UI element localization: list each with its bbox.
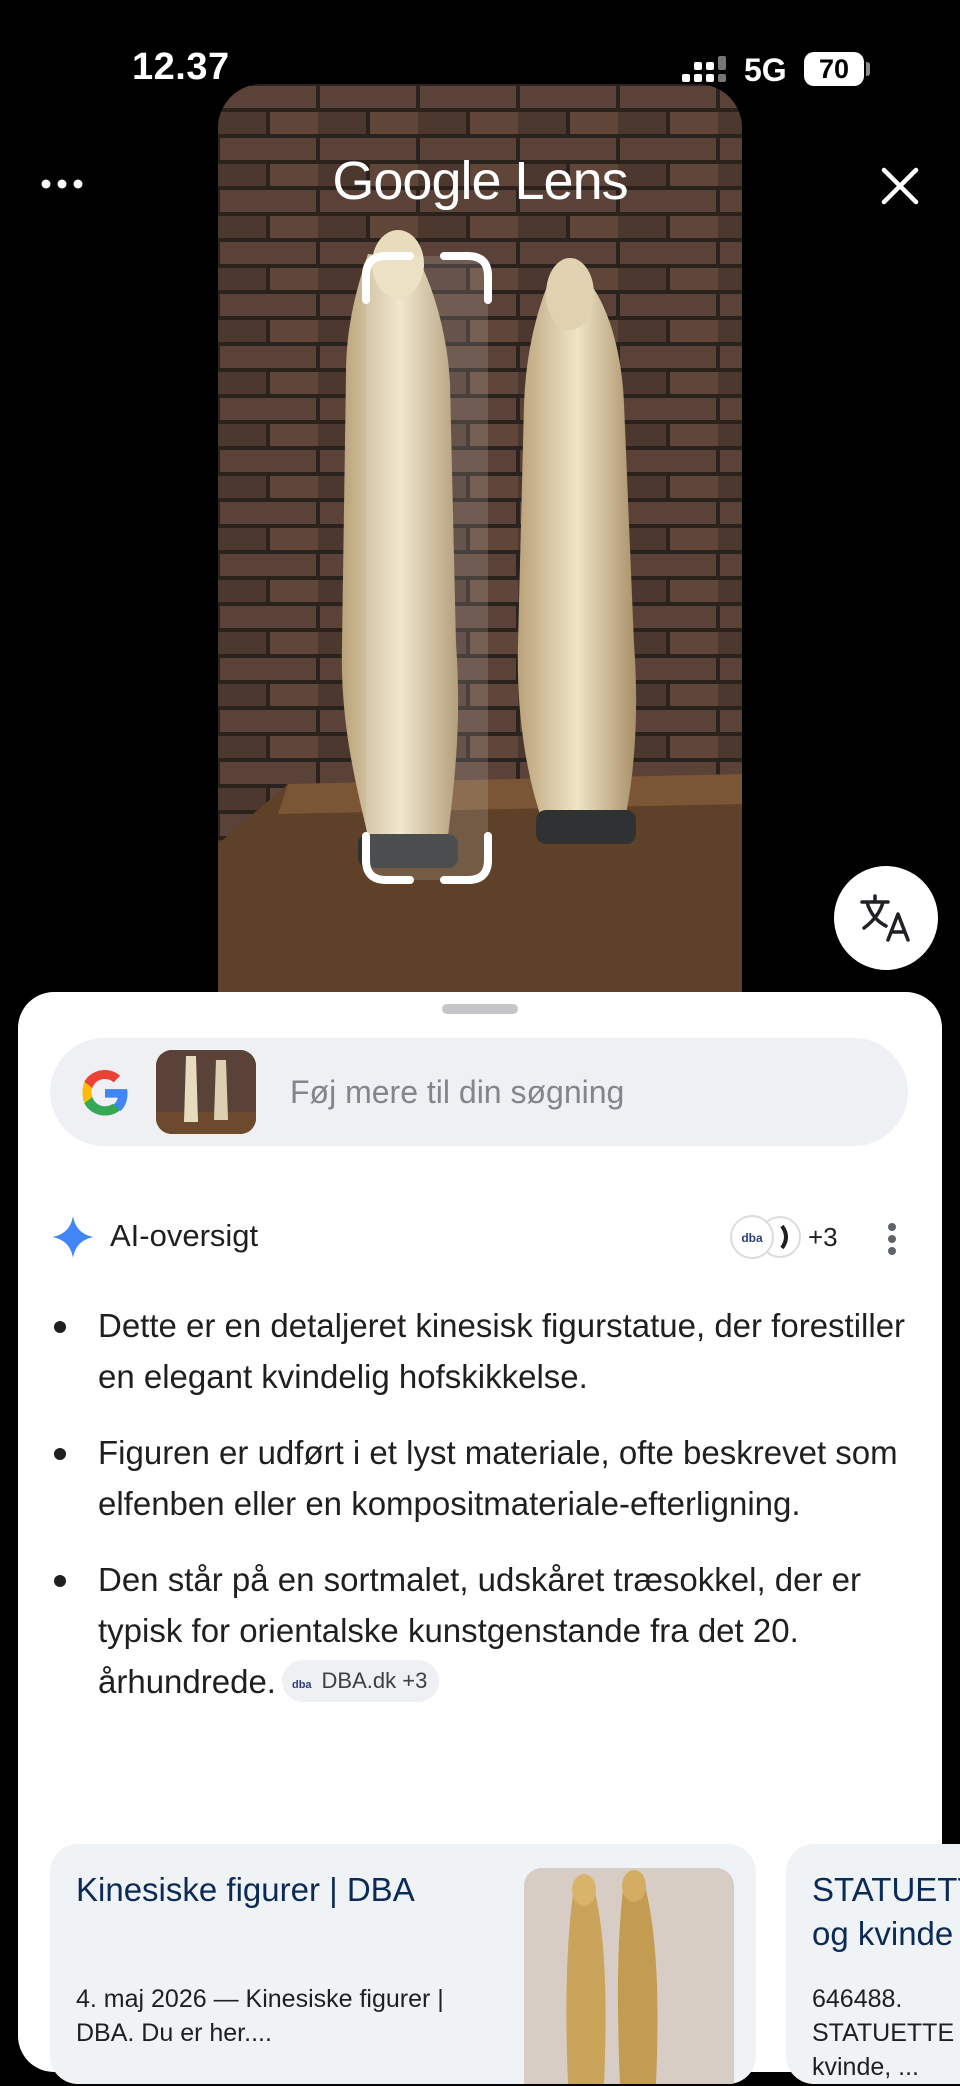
more-options-icon[interactable] [38,156,86,212]
ai-overview-bullet: Den står på en sortmalet, udskåret træso… [50,1554,910,1707]
close-icon[interactable] [874,160,926,212]
battery-level: 70 [804,52,864,86]
sheet-drag-handle[interactable] [442,1004,518,1014]
ai-overview-list: Dette er en detaljeret kinesisk figursta… [50,1300,910,1732]
result-card[interactable]: STATUETTE og kvinde 646488. STATUETTE og… [786,1844,960,2084]
source-icons[interactable]: dba [728,1214,808,1260]
network-type: 5G [744,52,787,88]
translate-icon [860,894,910,942]
citation-chip-label: DBA.dk +3 [321,1668,428,1694]
selected-image-thumbnail[interactable] [156,1050,256,1134]
google-g-icon [82,1069,128,1116]
result-thumbnail[interactable] [524,1868,734,2084]
results-sheet: Føj mere til din søgning AI-oversigt dba… [18,992,960,2084]
dba-logo-icon: dba [741,1231,763,1245]
result-title[interactable]: Kinesiske figurer | DBA [76,1868,415,1912]
status-time: 12.37 [132,46,230,88]
ai-overview-bullet: Figuren er udført i et lyst materiale, o… [50,1427,910,1529]
ai-overview-bullet: Dette er en detaljeret kinesisk figursta… [50,1300,910,1402]
result-snippet: 4. maj 2026 — Kinesiske figurer | DBA. D… [76,1985,444,2047]
result-title[interactable]: STATUETTE og kvinde [812,1868,960,1956]
result-card[interactable]: Kinesiske figurer | DBA 4. maj 2026 — Ki… [50,1844,756,2084]
selection-box[interactable] [360,250,494,886]
search-input[interactable]: Føj mere til din søgning [290,1074,624,1111]
result-snippet: 646488. STATUETTE og kvinde, ... [812,1985,960,2081]
ai-sparkle-icon [52,1216,94,1258]
citation-chip[interactable]: dba DBA.dk +3 [281,1660,440,1703]
app-title: Google Lens [332,151,628,211]
dba-logo-icon: dba [291,1679,312,1692]
source-count[interactable]: +3 [808,1222,838,1253]
thumbnail-image [156,1050,256,1134]
battery-icon [866,62,870,76]
search-bar[interactable]: Føj mere til din søgning [50,1038,908,1146]
ai-overview-menu-icon[interactable] [886,1218,898,1260]
ai-overview-title: AI-oversigt [110,1218,259,1253]
signal-icon [682,56,726,82]
result-image [524,1868,734,2084]
translate-button[interactable] [834,866,938,970]
